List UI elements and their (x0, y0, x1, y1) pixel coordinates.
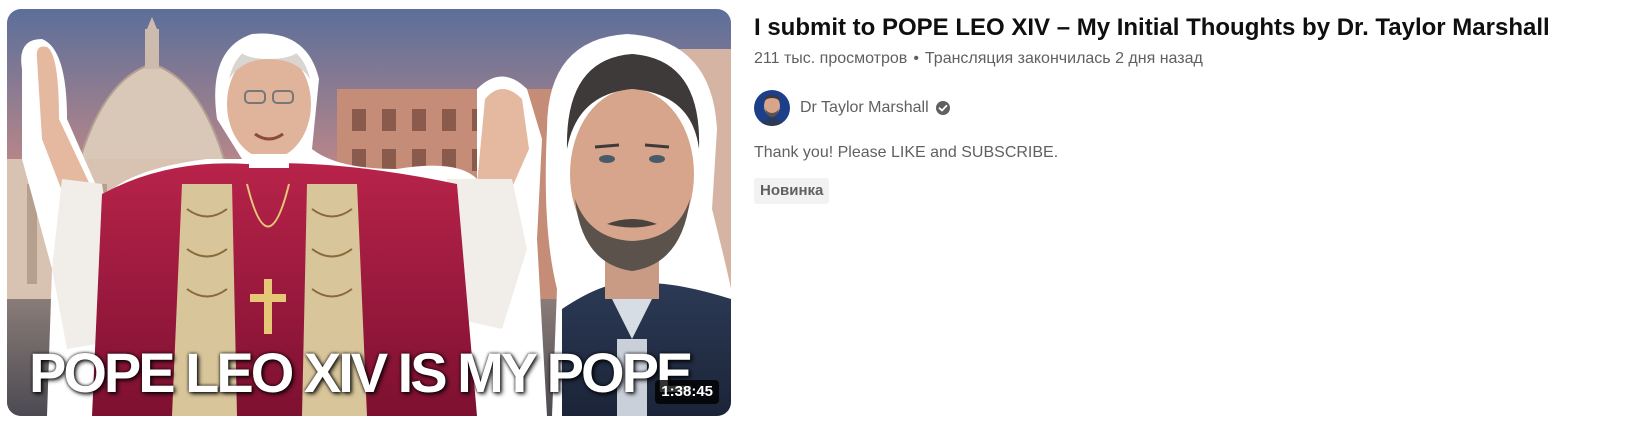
meta-separator: • (913, 50, 919, 67)
video-info: I submit to POPE LEO XIV – My Initial Th… (754, 12, 1614, 204)
view-count: 211 тыс. просмотров (754, 50, 908, 67)
video-metadata: 211 тыс. просмотров • Трансляция закончила… (754, 48, 1614, 70)
channel-avatar[interactable] (754, 90, 790, 126)
video-thumbnail[interactable]: POPE LEO XIV IS MY POPE 1:38:45 (7, 9, 731, 416)
verified-check-icon (935, 100, 951, 116)
channel-name[interactable]: Dr Taylor Marshall (800, 99, 929, 117)
video-description: Thank you! Please LIKE and SUBSCRIBE. (754, 144, 1059, 161)
video-title[interactable]: I submit to POPE LEO XIV – My Initial Th… (754, 12, 1614, 44)
channel-row: Dr Taylor Marshall (754, 90, 1614, 126)
new-badge: Новинка (754, 178, 830, 204)
stream-status: Трансляция закончилась 2 дня назад (924, 50, 1203, 67)
duration-badge: 1:38:45 (655, 380, 719, 404)
thumbnail-caption: POPE LEO XIV IS MY POPE (29, 341, 693, 404)
